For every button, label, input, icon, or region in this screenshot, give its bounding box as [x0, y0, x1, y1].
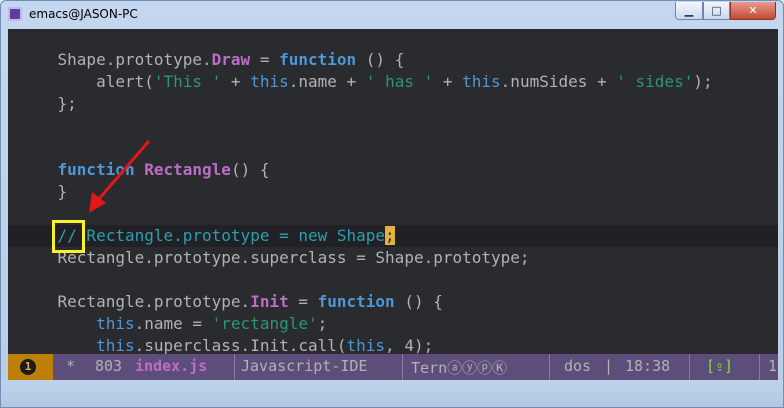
major-mode[interactable]: Javascript-IDE	[241, 357, 367, 375]
emacs-window: emacs@JASON-PC ▁ □ ✕ Shape.prototype.Dra…	[0, 0, 784, 408]
modeline-divider	[402, 354, 403, 380]
window-bottom-frame	[1, 380, 783, 407]
modeline-divider	[234, 354, 235, 380]
minor-modes[interactable]: TernⓐⓨⓟⓀ	[411, 357, 507, 378]
modeline-divider	[689, 354, 690, 380]
buffer-size: 803	[95, 357, 123, 375]
modified-indicator: *	[66, 357, 76, 375]
modeline-divider	[759, 354, 760, 380]
modeline-divider	[549, 354, 550, 380]
version-control-status: [⇪]	[706, 357, 734, 375]
buffer-filename[interactable]: index.js	[135, 357, 207, 375]
annotation-arrow-icon	[89, 140, 151, 213]
window-number-badge: 1	[20, 359, 36, 375]
eol-type: dos	[564, 357, 592, 375]
mode-line: 1 * 803 index.js Javascript-IDE TernⓐⓨⓟⓀ…	[8, 354, 778, 380]
annotation-arrow-shaft	[96, 140, 151, 201]
line-column-indicator: 1	[768, 357, 778, 375]
clock-time: 18:38	[625, 357, 671, 375]
modeline-separator: |	[604, 357, 614, 375]
window-number-segment: 1	[8, 354, 53, 380]
